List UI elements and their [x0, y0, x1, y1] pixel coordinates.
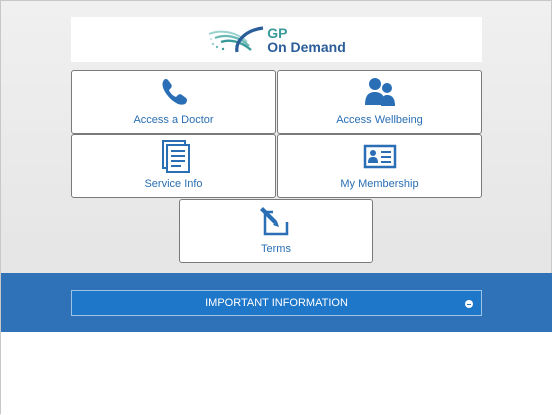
tile-label: Access a Doctor: [133, 114, 214, 126]
logo-bar: GP On Demand: [71, 17, 482, 62]
tile-label: My Membership: [340, 178, 419, 190]
id-card-icon: [363, 144, 396, 169]
people-icon: [364, 78, 395, 106]
phone-icon: [162, 79, 187, 105]
document-icon: [161, 140, 190, 173]
tile-label: Service Info: [144, 178, 203, 190]
logo: GP On Demand: [207, 24, 346, 56]
tile-terms[interactable]: Terms: [179, 199, 373, 263]
collapse-icon[interactable]: [465, 300, 473, 308]
tile-label: Terms: [261, 243, 291, 255]
logo-gp-text: GP: [267, 24, 288, 41]
tile-access-doctor[interactable]: Access a Doctor: [71, 70, 276, 134]
important-information-label: IMPORTANT INFORMATION: [205, 297, 348, 309]
logo-on-demand-text: On Demand: [267, 38, 346, 55]
edit-icon: [260, 207, 289, 236]
tile-access-wellbeing[interactable]: Access Wellbeing: [277, 70, 482, 134]
gp-on-demand-logo-icon: [208, 25, 264, 52]
important-information-bar[interactable]: IMPORTANT INFORMATION: [71, 290, 482, 316]
content-area: [1, 332, 552, 415]
tile-label: Access Wellbeing: [336, 114, 423, 126]
tile-my-membership[interactable]: My Membership: [277, 134, 482, 198]
tile-service-info[interactable]: Service Info: [71, 134, 276, 198]
